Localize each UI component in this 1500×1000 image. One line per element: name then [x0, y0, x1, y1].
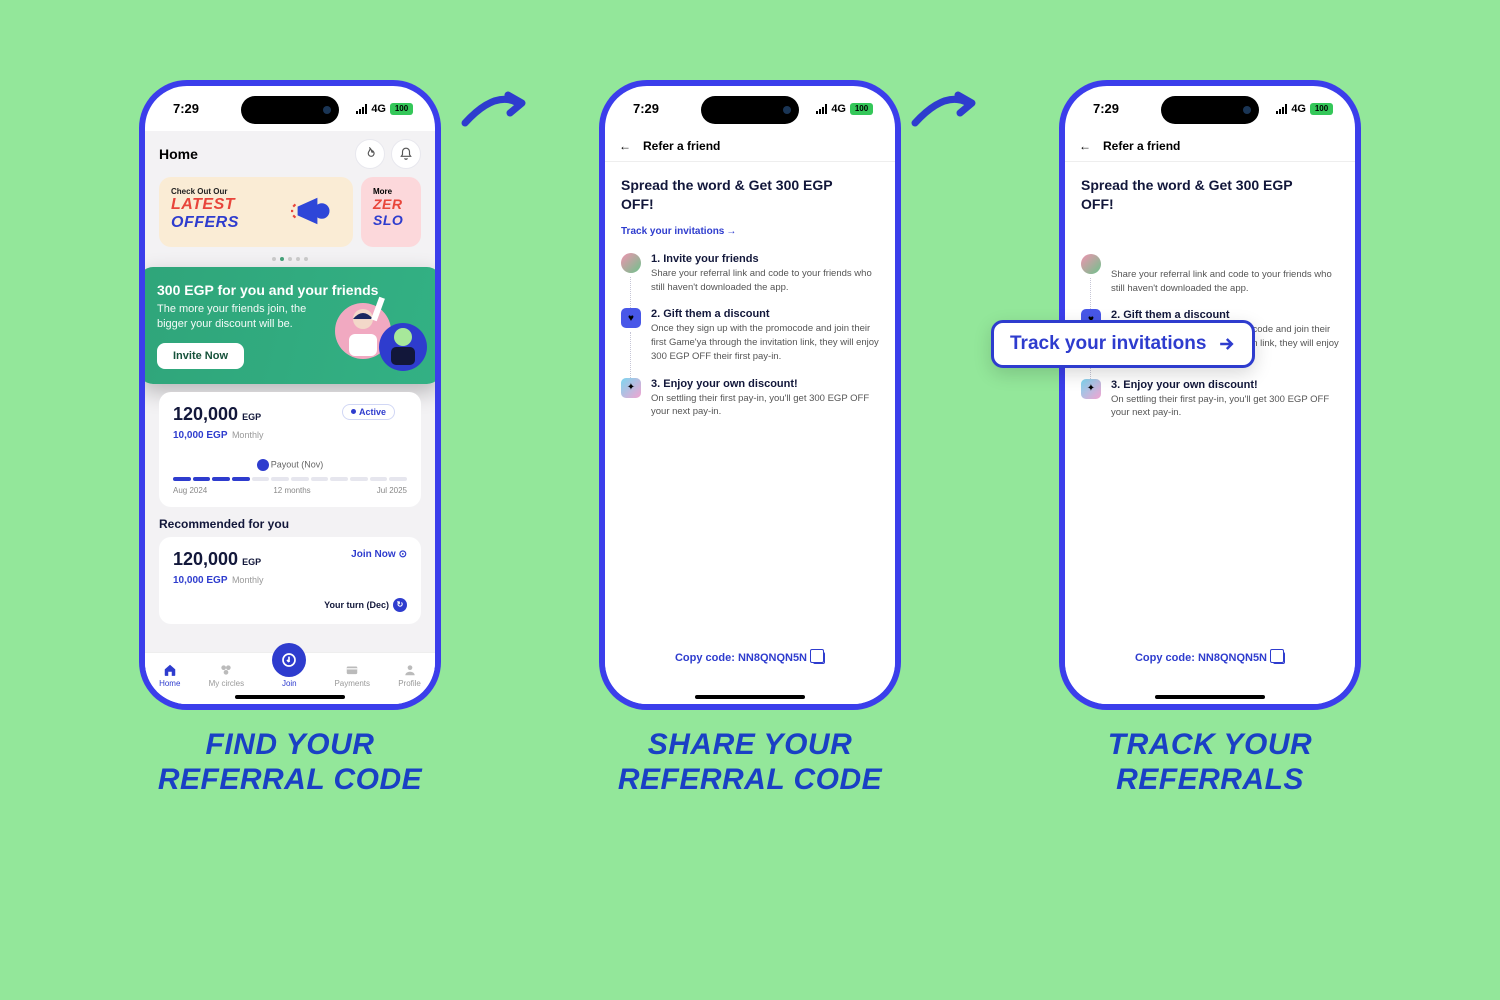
bell-icon[interactable]	[391, 139, 421, 169]
nav-profile[interactable]: Profile	[398, 663, 421, 688]
copy-code-button[interactable]: Copy code: NN8QNQN5N	[1065, 652, 1355, 664]
battery-icon: 100	[1310, 103, 1333, 115]
step-invite: 1. Invite your friendsShare your referra…	[1081, 254, 1339, 296]
zero-slot-card[interactable]: More ZER SLO	[361, 177, 421, 247]
network-label: 4G	[371, 103, 386, 115]
device-notch	[241, 96, 339, 124]
latest-offers-card[interactable]: Check Out Our LATEST OFFERS	[159, 177, 353, 247]
nav-circles[interactable]: My circles	[209, 663, 245, 688]
home-indicator	[695, 695, 805, 699]
flow-arrow-icon	[460, 85, 530, 135]
fire-icon[interactable]	[355, 139, 385, 169]
caption-share: SHARE YOUR REFERRAL CODE	[580, 728, 920, 797]
track-invitations-highlight[interactable]: Track your invitations	[991, 320, 1255, 368]
friends-icon	[621, 253, 641, 273]
carousel-dots	[145, 253, 435, 267]
celebrate-icon: ✦	[1081, 379, 1101, 399]
status-time: 7:29	[173, 101, 199, 116]
recommended-title: Recommended for you	[145, 515, 435, 537]
track-invitations-link[interactable]: Track your invitations →	[621, 226, 879, 237]
caption-find: FIND YOUR REFERRAL CODE	[120, 728, 460, 797]
megaphone-icon	[291, 189, 335, 233]
step-gift: ♥2. Gift them a discountOnce they sign u…	[621, 308, 879, 363]
nav-join[interactable]: Join	[272, 663, 306, 688]
battery-icon: 100	[390, 103, 413, 115]
chevron-icon: ↻	[393, 598, 407, 612]
nav-home[interactable]: Home	[159, 663, 180, 688]
active-badge: Active	[342, 404, 395, 420]
flow-arrow-icon	[910, 85, 980, 135]
signal-icon	[816, 104, 827, 114]
step-enjoy: ✦3. Enjoy your own discount!On settling …	[621, 378, 879, 420]
battery-icon: 100	[850, 103, 873, 115]
home-indicator	[1155, 695, 1265, 699]
phone-mockup-2: 7:29 4G100 ← Refer a friend Spread the w…	[599, 80, 901, 710]
arrow-right-icon	[1216, 334, 1236, 354]
back-arrow-icon[interactable]: ←	[1079, 139, 1091, 153]
refer-heading: Spread the word & Get 300 EGP OFF!	[621, 176, 851, 214]
phone-mockup-3: 7:29 4G100 ← Refer a friend Spread the w…	[1059, 80, 1361, 710]
friends-icon	[1081, 254, 1101, 274]
friends-illustration	[331, 289, 431, 379]
home-indicator	[235, 695, 345, 699]
invite-now-button[interactable]: Invite Now	[157, 343, 244, 369]
timeline-bar	[173, 477, 407, 481]
nav-payments[interactable]: Payments	[334, 663, 370, 688]
copy-icon	[813, 652, 825, 664]
phone-mockup-1: 7:29 4G 100 Home	[139, 80, 441, 710]
circle-card[interactable]: Active 120,000EGP 10,000 EGP Monthly Pay…	[159, 392, 421, 507]
refer-header: ← Refer a friend	[605, 131, 895, 162]
step-invite: 1. Invite your friendsShare your referra…	[621, 253, 879, 295]
celebrate-icon: ✦	[621, 378, 641, 398]
recommended-card[interactable]: 120,000EGP 10,000 EGP Monthly Join Now⊙ …	[159, 537, 421, 624]
back-arrow-icon[interactable]: ←	[619, 139, 631, 153]
refer-header: ← Refer a friend	[1065, 131, 1355, 162]
signal-icon	[1276, 104, 1287, 114]
caption-track: TRACK YOUR REFERRALS	[1040, 728, 1380, 797]
copy-code-button[interactable]: Copy code: NN8QNQN5N	[605, 652, 895, 664]
referral-promo-card[interactable]: 300 EGP for you and your friends The mor…	[145, 267, 435, 384]
payout-icon	[257, 459, 269, 471]
gift-icon: ♥	[621, 308, 641, 328]
copy-icon	[1273, 652, 1285, 664]
refer-heading: Spread the word & Get 300 EGP OFF!	[1081, 176, 1311, 214]
join-now-link[interactable]: Join Now⊙	[351, 549, 407, 560]
page-title: Home	[159, 146, 198, 162]
signal-icon	[356, 104, 367, 114]
device-notch	[701, 96, 799, 124]
device-notch	[1161, 96, 1259, 124]
step-enjoy: ✦3. Enjoy your own discount!On settling …	[1081, 379, 1339, 421]
